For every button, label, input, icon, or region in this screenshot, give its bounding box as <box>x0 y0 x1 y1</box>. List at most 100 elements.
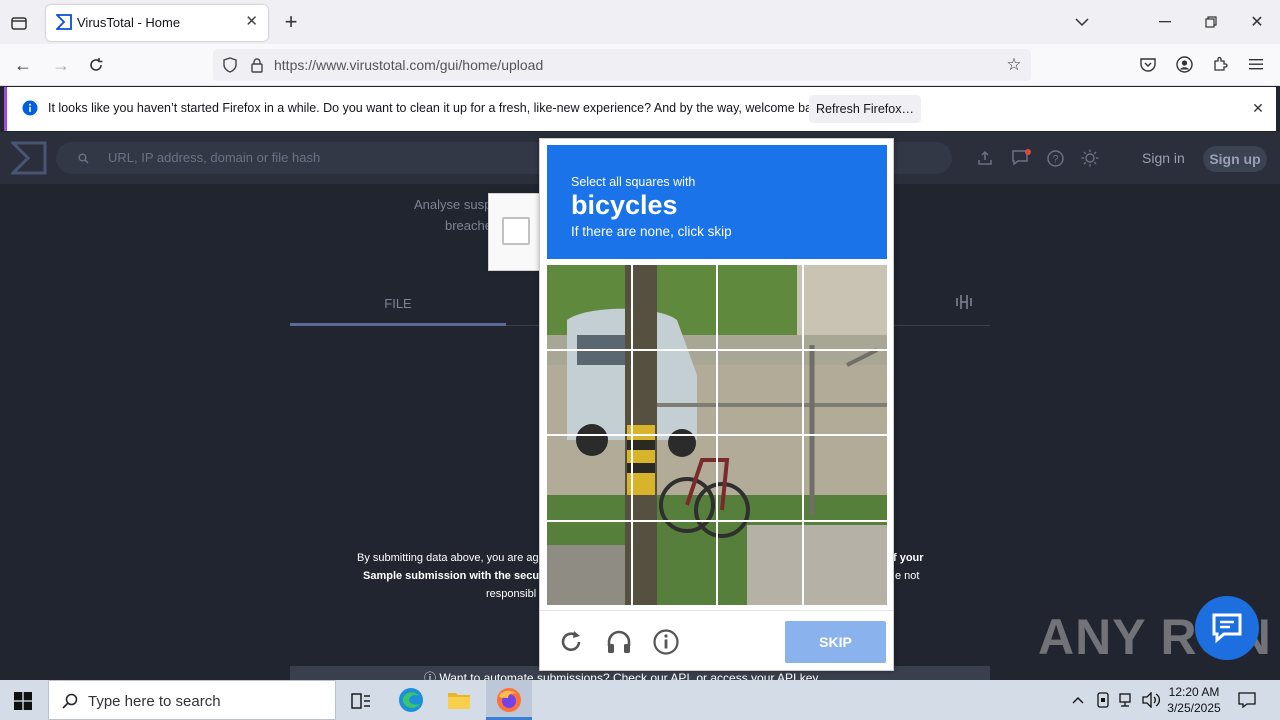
captcha-tile[interactable] <box>547 521 631 605</box>
captcha-tile[interactable] <box>803 521 887 605</box>
lock-icon[interactable] <box>248 56 266 74</box>
intro-text-line1: Analyse susp <box>414 197 492 212</box>
restore-icon[interactable] <box>1201 12 1221 32</box>
account-icon[interactable] <box>1174 54 1194 74</box>
captcha-tile[interactable] <box>632 436 716 520</box>
captcha-tile[interactable] <box>718 521 802 605</box>
skip-button[interactable]: SKIP <box>785 621 886 663</box>
captcha-header: Select all squares with bicycles If ther… <box>547 145 887 259</box>
captcha-footer: SKIP <box>540 610 893 670</box>
captcha-tile[interactable] <box>718 350 802 434</box>
refresh-firefox-button[interactable]: Refresh Firefox… <box>809 95 921 123</box>
captcha-tile-image <box>632 265 716 349</box>
tab-title: VirusTotal - Home <box>77 15 181 30</box>
firefox-taskbar-button[interactable] <box>486 680 532 720</box>
terms-line3-left: responsibl <box>486 588 537 600</box>
url-text: https://www.virustotal.com/gui/home/uplo… <box>274 57 544 73</box>
system-clock[interactable]: 12:20 AM 3/25/2025 <box>1160 684 1228 716</box>
info-icon <box>22 100 38 116</box>
windows-start-icon[interactable] <box>12 690 34 712</box>
theme-toggle-sun-icon[interactable] <box>1080 148 1100 168</box>
file-explorer-icon[interactable] <box>446 688 472 712</box>
tracking-protection-shield-icon[interactable] <box>221 56 239 74</box>
recaptcha-checkbox-container <box>488 193 542 271</box>
device-icon[interactable] <box>1094 690 1112 710</box>
minimize-icon[interactable] <box>1155 12 1175 32</box>
show-hidden-icons-chevron-icon[interactable] <box>1069 690 1087 710</box>
taskbar-search-input[interactable]: Type here to search <box>48 680 336 720</box>
recaptcha-checkbox[interactable] <box>502 217 530 245</box>
taskbar-search-placeholder: Type here to search <box>88 693 221 710</box>
sign-up-button[interactable]: Sign up <box>1203 146 1267 172</box>
captcha-tile[interactable] <box>718 436 802 520</box>
captcha-skip-hint: If there are none, click skip <box>571 224 732 239</box>
edge-browser-icon[interactable] <box>398 687 424 713</box>
task-view-icon[interactable] <box>350 690 372 712</box>
captcha-tile[interactable] <box>547 265 631 349</box>
terms-line2-left: Sample submission with the secur <box>363 570 544 582</box>
captcha-tile[interactable] <box>632 265 716 349</box>
tab-overview-icon[interactable] <box>8 12 30 34</box>
volume-speaker-icon[interactable] <box>1141 690 1161 710</box>
captcha-tile-image <box>632 350 716 434</box>
forward-icon[interactable]: → <box>50 54 72 76</box>
intro-text-line2: breache <box>445 218 492 233</box>
captcha-tile[interactable] <box>803 265 887 349</box>
new-tab-icon[interactable]: + <box>280 9 302 34</box>
upload-icon[interactable] <box>975 148 995 168</box>
tab-bar: VirusTotal - Home ✕ + ✕ <box>0 0 1280 44</box>
sign-in-link[interactable]: Sign in <box>1142 150 1185 166</box>
extensions-icon[interactable] <box>1210 54 1230 74</box>
captcha-tile-image <box>718 521 802 605</box>
svg-text:?: ? <box>1052 153 1058 165</box>
search-tab-icon[interactable] <box>954 293 974 311</box>
clock-date: 3/25/2025 <box>1167 701 1221 715</box>
close-notification-icon[interactable]: ✕ <box>1250 100 1266 116</box>
reload-challenge-icon[interactable] <box>557 628 585 656</box>
captcha-tile[interactable] <box>718 265 802 349</box>
menu-hamburger-icon[interactable] <box>1246 54 1266 74</box>
firefox-icon <box>496 687 522 713</box>
search-icon <box>76 151 90 165</box>
captcha-tile-image <box>547 350 631 434</box>
tab-file-active-indicator <box>290 323 506 326</box>
bookmark-star-icon[interactable]: ☆ <box>1005 55 1023 74</box>
virustotal-logo-icon[interactable] <box>10 140 48 176</box>
captcha-tile[interactable] <box>547 350 631 434</box>
captcha-target: bicycles <box>571 190 678 220</box>
captcha-tile-image <box>803 521 887 605</box>
browser-tab[interactable]: VirusTotal - Home ✕ <box>46 5 268 41</box>
network-icon[interactable] <box>1117 690 1137 710</box>
list-tabs-icon[interactable] <box>1072 12 1092 32</box>
help-info-icon[interactable] <box>652 628 680 656</box>
captcha-tile-image <box>718 350 802 434</box>
captcha-tile[interactable] <box>632 521 716 605</box>
captcha-tile[interactable] <box>547 436 631 520</box>
captcha-tile[interactable] <box>803 350 887 434</box>
virustotal-favicon-icon <box>54 14 72 30</box>
captcha-tile[interactable] <box>803 436 887 520</box>
captcha-tile[interactable] <box>632 350 716 434</box>
clock-time: 12:20 AM <box>1168 685 1220 699</box>
close-tab-icon[interactable]: ✕ <box>245 12 258 30</box>
captcha-tile-image <box>803 350 887 434</box>
captcha-tile-image <box>632 521 716 605</box>
audio-challenge-headphones-icon[interactable] <box>605 628 633 656</box>
search-icon <box>61 692 79 710</box>
action-center-notification-icon[interactable] <box>1237 690 1257 710</box>
address-bar[interactable]: https://www.virustotal.com/gui/home/uplo… <box>213 49 1031 81</box>
chat-support-button[interactable] <box>1195 596 1259 660</box>
firefox-notification-bar: It looks like you haven’t started Firefo… <box>4 87 1276 131</box>
captcha-tile-image <box>547 521 631 605</box>
chat-bubble-icon <box>1212 613 1242 644</box>
tab-file[interactable]: FILE <box>290 296 506 311</box>
captcha-tile-image <box>718 436 802 520</box>
notifications-icon[interactable] <box>1010 148 1032 168</box>
windows-taskbar: Type here to search 12:20 AM 3/25/2025 <box>0 680 1280 720</box>
close-window-icon[interactable]: ✕ <box>1247 12 1267 32</box>
reload-icon[interactable] <box>85 54 107 76</box>
back-icon[interactable]: ← <box>12 54 34 76</box>
help-icon[interactable]: ? <box>1045 148 1065 168</box>
pocket-icon[interactable] <box>1138 54 1158 74</box>
captcha-tile-image <box>803 265 887 349</box>
